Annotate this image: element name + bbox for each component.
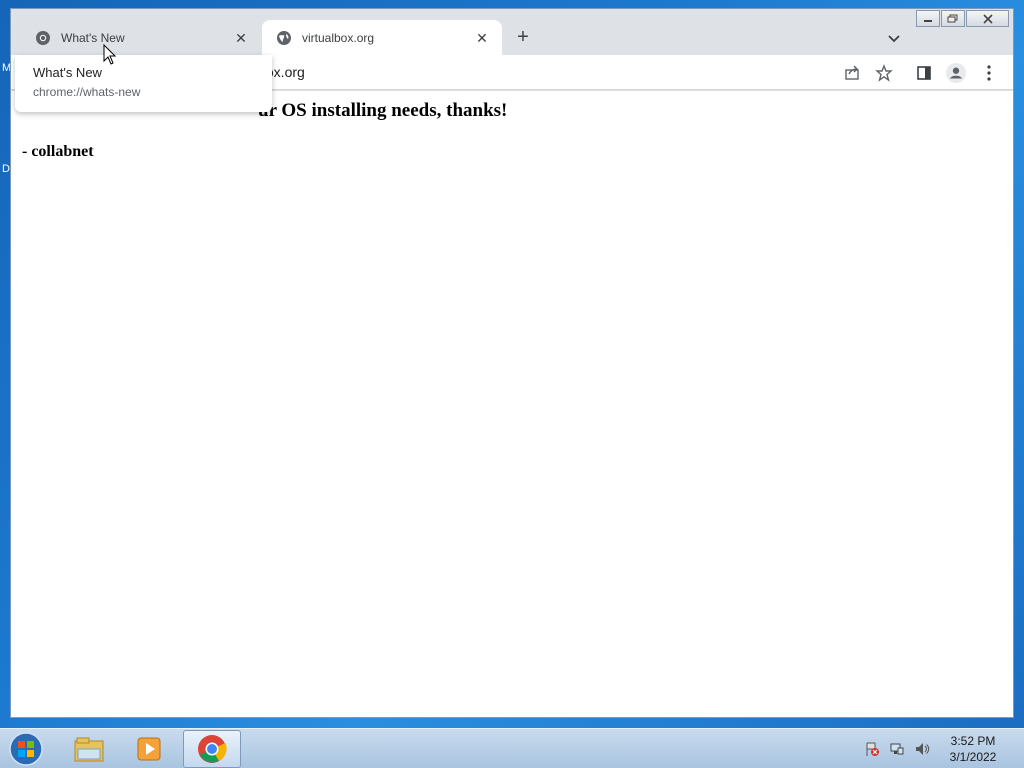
network-icon[interactable] [889,741,905,757]
menu-dots-icon[interactable] [979,63,999,83]
tab-search-chevron-icon[interactable] [884,28,904,48]
tab-whats-new[interactable]: What's New ✕ [21,20,261,55]
mouse-cursor-icon [103,44,117,65]
new-tab-button[interactable]: + [511,26,535,50]
minimize-button[interactable] [916,10,940,27]
window-caption-buttons [915,10,1009,27]
tooltip-url: chrome://whats-new [33,85,141,99]
page-content: ur OS installing needs, thanks! - collab… [11,91,1013,717]
restore-button[interactable] [941,10,965,27]
tab-hover-tooltip: What's New chrome://whats-new [15,55,272,112]
signature-text: - collabnet [22,143,94,160]
file-explorer-icon [74,737,104,762]
tab-strip: What's New ✕ virtualbox.org ✕ + [11,9,1013,55]
taskbar-chrome[interactable] [183,730,241,768]
clock-date: 3/1/2022 [949,750,997,764]
taskbar: 3:52 PM 3/1/2022 [0,728,1024,768]
page-heading-visible: ur OS installing needs, thanks! [258,100,508,121]
chrome-icon [35,30,51,46]
share-icon[interactable] [842,63,862,83]
desktop-icon-label-d[interactable]: D [2,163,10,175]
volume-icon[interactable] [914,741,930,757]
tab-title: virtualbox.org [302,30,375,45]
tab-title: What's New [61,30,125,45]
chrome-icon [198,735,227,763]
tab-close-button[interactable]: ✕ [233,30,249,46]
bookmark-star-icon[interactable] [874,63,894,83]
close-window-button[interactable] [966,10,1009,27]
system-clock[interactable]: 3:52 PM 3/1/2022 [940,733,1006,765]
media-player-icon [137,737,161,761]
tooltip-title: What's New [33,65,102,80]
taskbar-media-player[interactable] [120,730,178,768]
clock-time: 3:52 PM [950,734,996,748]
tab-close-button[interactable]: ✕ [474,30,490,46]
action-center-flag-icon[interactable] [864,741,880,757]
system-tray [864,741,939,757]
side-panel-icon[interactable] [914,63,934,83]
globe-icon [276,30,292,46]
taskbar-file-explorer[interactable] [60,730,118,768]
tab-virtualbox[interactable]: virtualbox.org ✕ [262,20,502,55]
start-button[interactable] [8,731,44,767]
browser-window: What's New ✕ virtualbox.org ✕ + lbox.org… [10,8,1014,718]
profile-avatar-icon[interactable] [946,63,966,83]
